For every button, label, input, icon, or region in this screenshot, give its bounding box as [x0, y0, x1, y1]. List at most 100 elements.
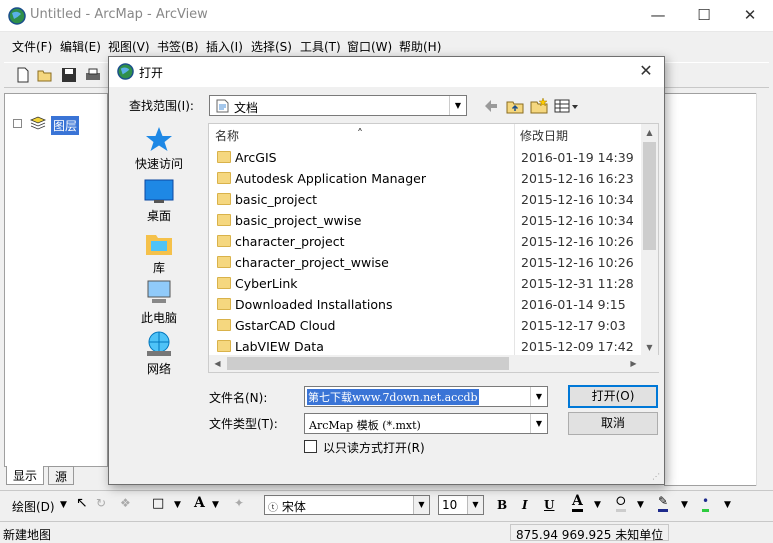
network-globe-icon	[144, 330, 174, 358]
folder-icon	[217, 214, 231, 226]
file-row[interactable]: character_project 2015-12-16 10:26	[209, 231, 642, 252]
file-modified-date: 2015-12-16 10:34	[521, 213, 634, 228]
edit-vertices-icon[interactable]: ✦	[234, 496, 244, 510]
new-folder-icon[interactable]	[529, 96, 549, 116]
file-row[interactable]: GstarCAD Cloud 2015-12-17 9:03	[209, 315, 642, 336]
file-type-select[interactable]: ArcMap 模板 (*.mxt) ▼	[304, 413, 548, 434]
print-icon[interactable]	[84, 66, 102, 84]
readonly-checkbox[interactable]	[304, 440, 317, 453]
place-network[interactable]: 网络	[119, 330, 199, 377]
menu-file[interactable]: 文件(F)	[12, 38, 52, 55]
italic-button[interactable]: I	[522, 498, 528, 512]
file-list-vscroll[interactable]: ▲ ▼	[641, 124, 658, 356]
column-modified[interactable]: 修改日期	[520, 127, 568, 144]
place-this-pc[interactable]: 此电脑	[119, 279, 199, 326]
marker-color-icon[interactable]: •	[702, 494, 710, 512]
minimize-icon[interactable]: —	[635, 0, 681, 32]
font-color-icon[interactable]: A	[572, 494, 583, 512]
file-row[interactable]: ArcGIS 2016-01-19 14:39	[209, 147, 642, 168]
scroll-down-icon[interactable]: ▼	[641, 339, 658, 356]
file-modified-date: 2015-12-16 16:23	[521, 171, 634, 186]
file-row[interactable]: Downloaded Installations 2016-01-14 9:15	[209, 294, 642, 315]
font-size-select[interactable]: 10 ▼	[438, 495, 484, 515]
menu-selection[interactable]: 选择(S)	[251, 38, 292, 55]
place-label: 快速访问	[134, 157, 183, 171]
fill-color-icon[interactable]: ⭘	[616, 494, 626, 512]
rectangle-icon[interactable]: □	[152, 496, 164, 511]
back-arrow-icon[interactable]	[481, 96, 501, 116]
scroll-up-icon[interactable]: ▲	[641, 124, 658, 141]
cancel-button[interactable]: 取消	[568, 412, 658, 435]
file-name: GstarCAD Cloud	[235, 318, 336, 333]
tab-source[interactable]: 源	[48, 466, 75, 485]
text-tool-icon[interactable]: A	[194, 495, 205, 511]
chevron-down-icon[interactable]: ▼	[530, 387, 547, 406]
scroll-thumb[interactable]	[643, 142, 656, 250]
tab-display[interactable]: 显示	[6, 466, 45, 485]
maximize-icon[interactable]: ☐	[681, 0, 727, 32]
rotate-icon[interactable]: ↻	[96, 496, 106, 510]
file-row[interactable]: CyberLink 2015-12-31 11:28	[209, 273, 642, 294]
font-color-arrow-icon[interactable]: ▼	[594, 500, 601, 510]
save-icon[interactable]	[60, 66, 78, 84]
underline-button[interactable]: U	[544, 498, 554, 512]
font-name-select[interactable]: ⓣ 宋体 ▼	[264, 495, 430, 515]
fill-color-arrow-icon[interactable]: ▼	[637, 500, 644, 510]
chevron-down-icon: ▼	[467, 496, 483, 514]
draw-menu-arrow-icon[interactable]: ▼	[60, 500, 67, 510]
folder-icon	[217, 172, 231, 184]
resize-grip-icon[interactable]: ⋰	[652, 472, 662, 482]
draw-toolbar: 绘图(D) ▼ ↖ ↻ ❖ □ ▼ A ▼ ✦ ⓣ 宋体 ▼ 10 ▼ B I …	[0, 490, 773, 518]
file-name-input[interactable]: 第七下载www.7down.net.accdb ▼	[304, 386, 548, 407]
layers-label[interactable]: 图层	[51, 116, 80, 135]
place-label: 网络	[146, 362, 171, 376]
open-button[interactable]: 打开(O)	[568, 385, 658, 408]
chevron-down-icon: ▼	[413, 496, 429, 514]
draw-menu[interactable]: 绘图(D)	[12, 498, 55, 515]
menu-edit[interactable]: 编辑(E)	[60, 38, 101, 55]
map-display[interactable]	[664, 93, 770, 486]
up-folder-icon[interactable]	[505, 96, 525, 116]
menu-view[interactable]: 视图(V)	[108, 38, 150, 55]
menu-help[interactable]: 帮助(H)	[399, 38, 441, 55]
place-quick-access[interactable]: 快速访问	[119, 125, 199, 172]
marker-color-arrow-icon[interactable]: ▼	[724, 500, 731, 510]
file-row[interactable]: character_project_wwise 2015-12-16 10:26	[209, 252, 642, 273]
place-desktop[interactable]: 桌面	[119, 177, 199, 224]
column-name[interactable]: 名称	[215, 127, 239, 144]
menu-tools[interactable]: 工具(T)	[300, 38, 341, 55]
file-type-value: ArcMap 模板 (*.mxt)	[309, 419, 421, 432]
scroll-right-icon[interactable]: ▶	[625, 355, 642, 372]
scroll-left-icon[interactable]: ◀	[209, 355, 226, 372]
file-row[interactable]: LabVIEW Data 2015-12-09 17:42	[209, 336, 642, 357]
zoom-whole-page-icon[interactable]: ❖	[120, 496, 131, 510]
file-row[interactable]: basic_project_wwise 2015-12-16 10:34	[209, 210, 642, 231]
scroll-thumb[interactable]	[227, 357, 509, 370]
collapse-toggle[interactable]	[13, 119, 22, 128]
file-list: ˄ 名称 修改日期 ArcGIS 2016-01-19 14:39 Autodesk…	[208, 123, 659, 373]
close-icon[interactable]: ✕	[727, 0, 773, 32]
file-row[interactable]: basic_project 2015-12-16 10:34	[209, 189, 642, 210]
line-color-arrow-icon[interactable]: ▼	[681, 500, 688, 510]
title-bar: Untitled - ArcMap - ArcView — ☐ ✕	[0, 0, 773, 32]
new-document-icon[interactable]	[14, 66, 32, 84]
bold-button[interactable]: B	[497, 498, 507, 512]
menu-window[interactable]: 窗口(W)	[347, 38, 392, 55]
text-arrow-icon[interactable]: ▼	[212, 500, 219, 510]
file-row[interactable]: Autodesk Application Manager 2015-12-16 1…	[209, 168, 642, 189]
look-in-select[interactable]: 文档 ▼	[209, 95, 467, 116]
select-elements-icon[interactable]: ↖	[76, 495, 88, 511]
map-scrollbar[interactable]	[756, 93, 770, 486]
line-color-icon[interactable]: ✎	[658, 494, 669, 512]
menu-bookmarks[interactable]: 书签(B)	[157, 38, 199, 55]
place-libraries[interactable]: 库	[119, 229, 199, 276]
file-modified-date: 2015-12-09 17:42	[521, 339, 634, 354]
open-folder-icon[interactable]	[36, 66, 54, 84]
close-icon[interactable]: ✕	[634, 60, 658, 84]
view-menu-icon[interactable]	[553, 96, 581, 116]
menu-insert[interactable]: 插入(I)	[206, 38, 243, 55]
rectangle-arrow-icon[interactable]: ▼	[174, 500, 181, 510]
folder-icon	[217, 151, 231, 163]
coordinate-readout: 875.94 969.925 未知单位	[510, 524, 670, 542]
file-list-hscroll[interactable]: ◀ ▶	[209, 355, 659, 372]
